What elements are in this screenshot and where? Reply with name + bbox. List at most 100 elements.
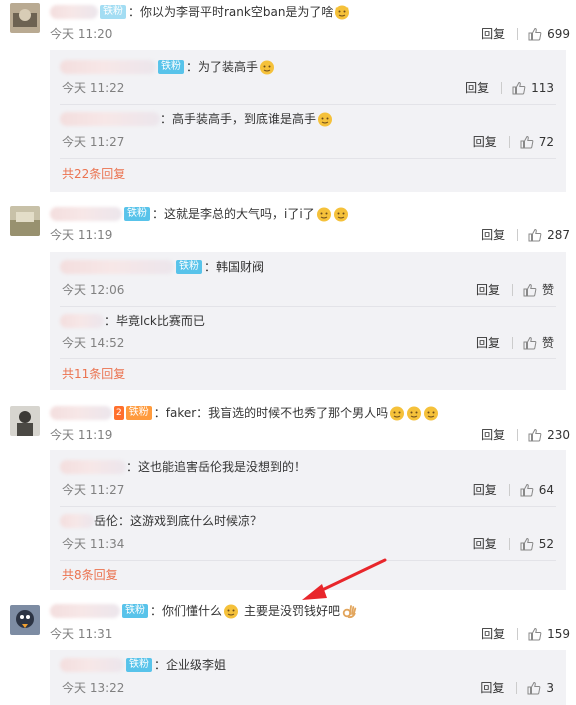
comment-text: ：这就是李总的大气吗，i了i了 [152, 207, 315, 221]
sub-reply-text: ：企业级李姐 [154, 658, 227, 672]
sub-replies: 铁粉 ：企业级李姐 今天 13:22 回复 3 [50, 650, 566, 705]
comment-text-line: 铁粉 ：你们懂什么 主要是没罚钱好吧 [50, 600, 357, 622]
username[interactable] [60, 460, 126, 474]
doge-emoji-icon [318, 112, 333, 127]
like-button[interactable]: 287 [528, 227, 570, 243]
like-button[interactable]: 52 [520, 536, 554, 552]
avatar[interactable] [10, 206, 40, 236]
sub-reply-text: ：这也能追害岳伦我是没想到的！ [126, 460, 307, 474]
reply-button[interactable]: 回复 [476, 282, 500, 298]
like-button[interactable]: 72 [520, 134, 554, 150]
sub-reply-time: 今天 11:34 [62, 537, 125, 551]
comment-text-line: 铁粉 ：这就是李总的大气吗，i了i了 [50, 203, 349, 225]
reply-button[interactable]: 回复 [473, 482, 497, 498]
comment-time: 今天 11:19 [50, 428, 113, 442]
divider [508, 484, 510, 496]
divider [517, 229, 519, 241]
comment-time: 今天 11:20 [50, 27, 113, 41]
view-more-replies-link[interactable]: 共11条回复 [62, 366, 125, 382]
divider [508, 136, 510, 148]
reply-button[interactable]: 回复 [480, 680, 504, 696]
avatar[interactable] [10, 605, 40, 635]
thumbs-up-icon [523, 283, 537, 297]
doge-emoji-icon [390, 406, 405, 421]
sub-reply-time: 今天 13:22 [62, 681, 125, 695]
username[interactable] [50, 5, 98, 19]
thumbs-up-icon [528, 428, 542, 442]
divider [60, 306, 556, 307]
divider [511, 284, 513, 296]
username[interactable] [60, 314, 104, 328]
badge-iron-fan: 铁粉 [125, 406, 152, 420]
like-count: 113 [531, 81, 554, 95]
view-more-replies-link[interactable]: 共22条回复 [62, 166, 125, 182]
like-count: 699 [547, 27, 570, 41]
reply-button[interactable]: 回复 [481, 626, 505, 642]
comment-actions: 回复 699 [481, 26, 570, 42]
like-button[interactable]: 113 [512, 80, 554, 96]
reply-button[interactable]: 回复 [476, 335, 500, 351]
like-button[interactable]: 699 [528, 26, 570, 42]
sub-reply-text: ：为了装高手 [186, 60, 259, 74]
sub-reply-actions: 回复 3 [480, 680, 554, 696]
sub-reply-text: ：毕竟lck比赛而已 [104, 314, 205, 328]
like-button[interactable]: 230 [528, 427, 570, 443]
username[interactable] [60, 514, 94, 528]
doge-emoji-icon [424, 406, 439, 421]
like-count: 赞 [541, 336, 554, 350]
comment-text: ：faker：我盲选的时候不也秀了那个男人吗 [153, 406, 389, 420]
badge-iron-fan: 铁粉 [122, 604, 148, 618]
divider [60, 560, 556, 561]
divider [517, 28, 519, 40]
username[interactable] [60, 260, 174, 274]
reply-button[interactable]: 回复 [465, 80, 489, 96]
like-count: 52 [538, 537, 554, 551]
comment-text-line: 铁粉 ：你以为李哥平时rank空ban是为了啥 [50, 1, 350, 23]
reply-button[interactable]: 回复 [481, 26, 505, 42]
divider [60, 506, 556, 507]
divider [508, 538, 510, 550]
username[interactable] [50, 207, 122, 221]
sub-reply-text: ：高手装高手，到底谁是高手 [160, 112, 317, 126]
thumbs-up-icon [527, 681, 541, 695]
username[interactable] [50, 406, 112, 420]
divider [511, 337, 513, 349]
thumbs-up-icon [528, 228, 542, 242]
like-button[interactable]: 赞 [523, 335, 554, 351]
reply-button[interactable]: 回复 [473, 536, 497, 552]
like-count: 287 [547, 228, 570, 242]
doge-emoji-icon [407, 406, 422, 421]
like-button[interactable]: 赞 [523, 282, 554, 298]
sub-reply-line: 岳伦：这游戏到底什么时候凉？ [60, 512, 262, 530]
comment-text-line: 2 铁粉 ：faker：我盲选的时候不也秀了那个男人吗 [50, 402, 439, 424]
like-button[interactable]: 3 [527, 680, 554, 696]
thumbs-up-icon [520, 537, 534, 551]
sub-reply-line: 铁粉 ：为了装高手 [60, 58, 275, 76]
sub-reply-actions: 回复 赞 [476, 282, 554, 298]
view-more-replies-link[interactable]: 共8条回复 [62, 567, 118, 583]
divider [60, 104, 556, 105]
reply-button[interactable]: 回复 [481, 227, 505, 243]
doge-emoji-icon [260, 60, 275, 75]
thumbs-up-icon [520, 135, 534, 149]
like-button[interactable]: 159 [528, 626, 570, 642]
username[interactable] [60, 658, 124, 672]
like-button[interactable]: 64 [520, 482, 554, 498]
comment-text: ：你们懂什么 [150, 604, 223, 618]
thumbs-up-icon [512, 81, 526, 95]
reply-button[interactable]: 回复 [481, 427, 505, 443]
sub-reply-text: ：韩国财阀 [204, 260, 265, 274]
avatar[interactable] [10, 406, 40, 436]
badge-iron-fan: 铁粉 [176, 260, 202, 274]
doge-emoji-icon [335, 5, 350, 20]
sub-reply-line: 铁粉 ：企业级李姐 [60, 656, 226, 674]
thumbs-up-icon [528, 27, 542, 41]
username[interactable] [50, 604, 120, 618]
reply-button[interactable]: 回复 [473, 134, 497, 150]
username[interactable] [60, 112, 160, 126]
level-badge: 2 [114, 406, 124, 420]
badge-iron-fan: 铁粉 [158, 60, 184, 74]
badge-iron-fan: 铁粉 [126, 658, 152, 672]
avatar[interactable] [10, 3, 40, 33]
username[interactable] [60, 60, 156, 74]
